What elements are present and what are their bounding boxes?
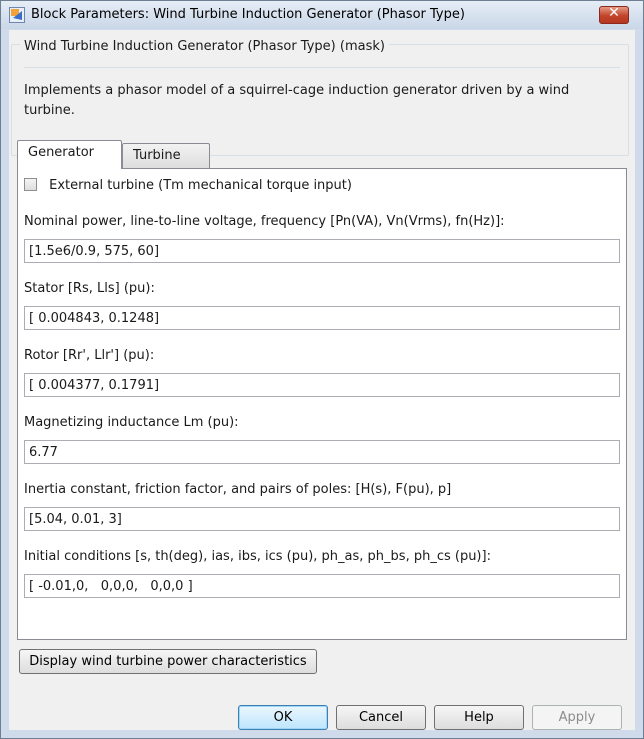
inertia-field[interactable]	[24, 507, 620, 531]
initial-conditions-label: Initial conditions [s, th(deg), ias, ibs…	[24, 549, 491, 564]
close-icon: ✕	[608, 5, 620, 21]
external-turbine-label: External turbine (Tm mechanical torque i…	[49, 178, 352, 193]
generator-tab-panel: External turbine (Tm mechanical torque i…	[17, 168, 627, 640]
nominal-power-field[interactable]	[24, 239, 620, 263]
tab-turbine[interactable]: Turbine	[122, 143, 210, 170]
simulink-block-icon	[9, 7, 25, 23]
tab-turbine-label: Turbine	[133, 148, 181, 163]
window-title: Block Parameters: Wind Turbine Induction…	[31, 7, 465, 22]
mask-description: Implements a phasor model of a squirrel-…	[24, 83, 570, 118]
rotor-field[interactable]	[24, 373, 620, 397]
tab-generator-label: Generator	[28, 145, 95, 160]
title-bar[interactable]: Block Parameters: Wind Turbine Induction…	[1, 1, 643, 29]
display-power-characteristics-button[interactable]: Display wind turbine power characteristi…	[19, 649, 317, 674]
help-button[interactable]: Help	[434, 705, 524, 730]
ok-button[interactable]: OK	[238, 705, 328, 730]
external-turbine-checkbox[interactable]	[24, 178, 37, 191]
stator-field[interactable]	[24, 306, 620, 330]
dialog-window: Block Parameters: Wind Turbine Induction…	[0, 0, 644, 739]
mask-divider	[24, 67, 620, 68]
magnetizing-inductance-field[interactable]	[24, 440, 620, 464]
magnetizing-inductance-label: Magnetizing inductance Lm (pu):	[24, 415, 239, 430]
initial-conditions-field[interactable]	[24, 574, 620, 598]
rotor-label: Rotor [Rr', Llr'] (pu):	[24, 348, 155, 363]
mask-title: Wind Turbine Induction Generator (Phasor…	[20, 39, 389, 54]
apply-button[interactable]: Apply	[532, 705, 622, 730]
stator-label: Stator [Rs, Lls] (pu):	[24, 281, 155, 296]
external-turbine-option[interactable]: External turbine (Tm mechanical torque i…	[24, 178, 352, 193]
nominal-power-label: Nominal power, line-to-line voltage, fre…	[24, 214, 505, 229]
inertia-label: Inertia constant, friction factor, and p…	[24, 482, 452, 497]
close-button[interactable]: ✕	[599, 5, 629, 24]
dialog-client-area: Wind Turbine Induction Generator (Phasor…	[9, 30, 635, 730]
tab-generator[interactable]: Generator	[17, 140, 122, 169]
cancel-button[interactable]: Cancel	[336, 705, 426, 730]
